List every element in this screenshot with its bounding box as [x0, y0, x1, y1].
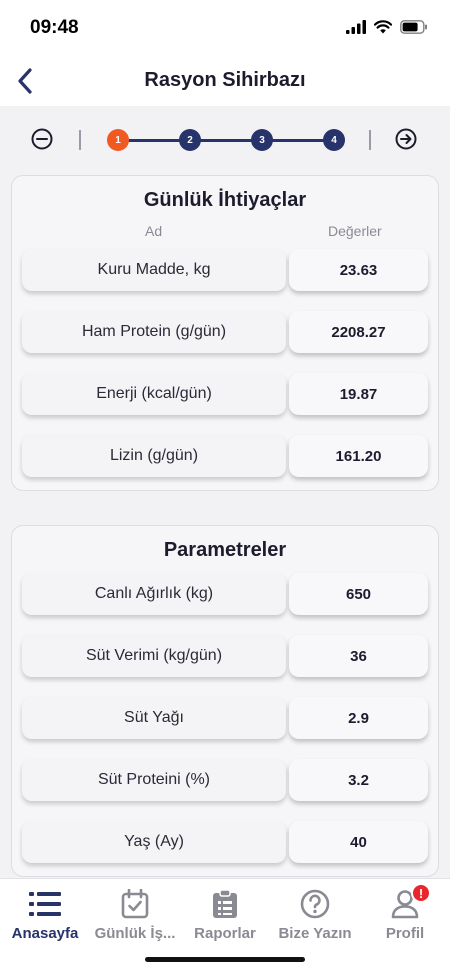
step-4[interactable]: 4 — [323, 129, 345, 151]
tab-label: Günlük İş... — [94, 925, 176, 942]
tab-label: Raporlar — [194, 925, 256, 942]
status-icons — [346, 20, 428, 34]
need-value-lysine: 161.20 — [289, 435, 428, 477]
stepper-divider — [79, 130, 81, 150]
stepper-line — [118, 139, 334, 142]
column-header-name: Ad — [145, 223, 163, 239]
parameters-title: Parametreler — [163, 539, 287, 561]
tab-daily-tasks[interactable]: Günlük İş... — [85, 887, 185, 942]
param-input-age[interactable]: 40 — [289, 821, 428, 863]
calendar-check-icon — [121, 889, 149, 919]
minus-circle-icon — [31, 128, 53, 150]
wifi-icon — [374, 20, 392, 34]
need-label-energy: Enerji (kcal/gün) — [22, 373, 286, 415]
tab-label: Profil — [385, 925, 425, 942]
wizard-stepper: 1 2 3 4 — [0, 120, 450, 160]
stepper-divider — [369, 130, 371, 150]
param-label-live-weight: Canlı Ağırlık (kg) — [22, 573, 286, 615]
need-value-dry-matter: 23.63 — [289, 249, 428, 291]
tab-profile[interactable]: ! Profil — [355, 883, 450, 942]
signal-icon — [346, 20, 366, 34]
tab-contact-us[interactable]: Bize Yazın — [265, 887, 365, 942]
tab-label: Anasayfa — [11, 925, 79, 942]
nav-bar: Rasyon Sihirbazı — [0, 56, 450, 106]
help-circle-icon — [300, 889, 330, 919]
param-label-milk-protein: Süt Proteini (%) — [22, 759, 286, 801]
need-value-energy: 19.87 — [289, 373, 428, 415]
parameters-card: Parametreler Canlı Ağırlık (kg) 650 Süt … — [11, 525, 439, 877]
arrow-right-circle-icon — [395, 128, 417, 150]
param-input-milk-protein[interactable]: 3.2 — [289, 759, 428, 801]
column-header-values: Değerler — [328, 223, 382, 239]
param-input-milk-yield[interactable]: 36 — [289, 635, 428, 677]
status-bar: 09:48 — [0, 0, 450, 56]
status-time: 09:48 — [30, 17, 79, 38]
param-label-age: Yaş (Ay) — [22, 821, 286, 863]
param-input-milk-fat[interactable]: 2.9 — [289, 697, 428, 739]
need-label-crude-protein: Ham Protein (g/gün) — [22, 311, 286, 353]
param-input-live-weight[interactable]: 650 — [289, 573, 428, 615]
need-label-dry-matter: Kuru Madde, kg — [22, 249, 286, 291]
notification-badge: ! — [411, 883, 431, 903]
need-label-lysine: Lizin (g/gün) — [22, 435, 286, 477]
step-3[interactable]: 3 — [251, 129, 273, 151]
battery-icon — [400, 20, 427, 34]
tab-label: Bize Yazın — [278, 925, 352, 942]
tab-home[interactable]: Anasayfa — [0, 887, 95, 942]
previous-step-button[interactable] — [31, 128, 53, 155]
param-label-milk-yield: Süt Verimi (kg/gün) — [22, 635, 286, 677]
daily-needs-title: Günlük İhtiyaçlar — [143, 189, 307, 211]
need-value-crude-protein: 2208.27 — [289, 311, 428, 353]
daily-needs-card: Günlük İhtiyaçlar Ad Değerler Kuru Madde… — [11, 175, 439, 491]
param-label-milk-fat: Süt Yağı — [22, 697, 286, 739]
list-icon — [29, 892, 61, 916]
home-indicator — [145, 957, 305, 962]
step-2[interactable]: 2 — [179, 129, 201, 151]
step-1[interactable]: 1 — [107, 129, 129, 151]
next-step-button[interactable] — [395, 128, 417, 155]
tab-reports[interactable]: Raporlar — [175, 887, 275, 942]
page-title: Rasyon Sihirbazı — [144, 69, 306, 91]
clipboard-icon — [213, 889, 237, 918]
